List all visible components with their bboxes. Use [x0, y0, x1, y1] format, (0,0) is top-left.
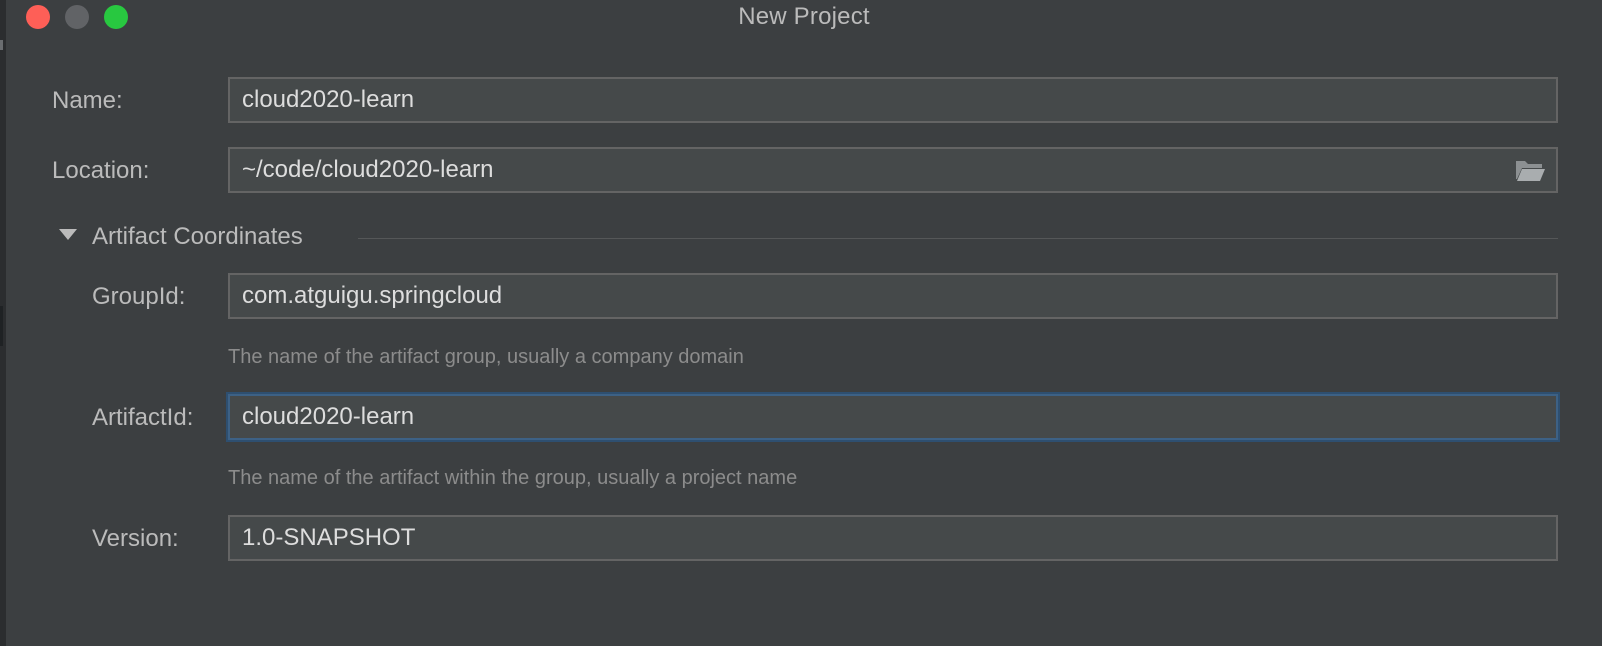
background-window-edge	[0, 0, 6, 646]
edge-mark	[0, 306, 3, 346]
new-project-dialog: New Project Name: cloud2020-learn Locati…	[0, 0, 1602, 646]
collapse-triangle-icon[interactable]	[58, 228, 78, 242]
group-id-hint: The name of the artifact group, usually …	[228, 346, 744, 368]
location-value: ~/code/cloud2020-learn	[242, 156, 494, 183]
location-input[interactable]: ~/code/cloud2020-learn	[228, 147, 1558, 193]
version-label: Version:	[92, 525, 179, 552]
artifact-id-hint: The name of the artifact within the grou…	[228, 467, 798, 489]
artifact-id-input[interactable]: cloud2020-learn	[228, 394, 1558, 440]
group-id-input[interactable]: com.atguigu.springcloud	[228, 273, 1558, 319]
artifact-id-label: ArtifactId:	[92, 404, 194, 431]
name-input[interactable]: cloud2020-learn	[228, 77, 1558, 123]
artifact-coordinates-title[interactable]: Artifact Coordinates	[92, 222, 303, 252]
section-divider	[358, 238, 1558, 239]
name-label: Name:	[52, 87, 123, 114]
window-title: New Project	[738, 3, 870, 30]
edge-mark	[0, 40, 3, 50]
version-input[interactable]: 1.0-SNAPSHOT	[228, 515, 1558, 561]
folder-open-icon[interactable]	[1514, 157, 1546, 183]
title-bar: New Project	[6, 0, 1602, 34]
location-label: Location:	[52, 157, 150, 184]
group-id-label: GroupId:	[92, 283, 186, 310]
